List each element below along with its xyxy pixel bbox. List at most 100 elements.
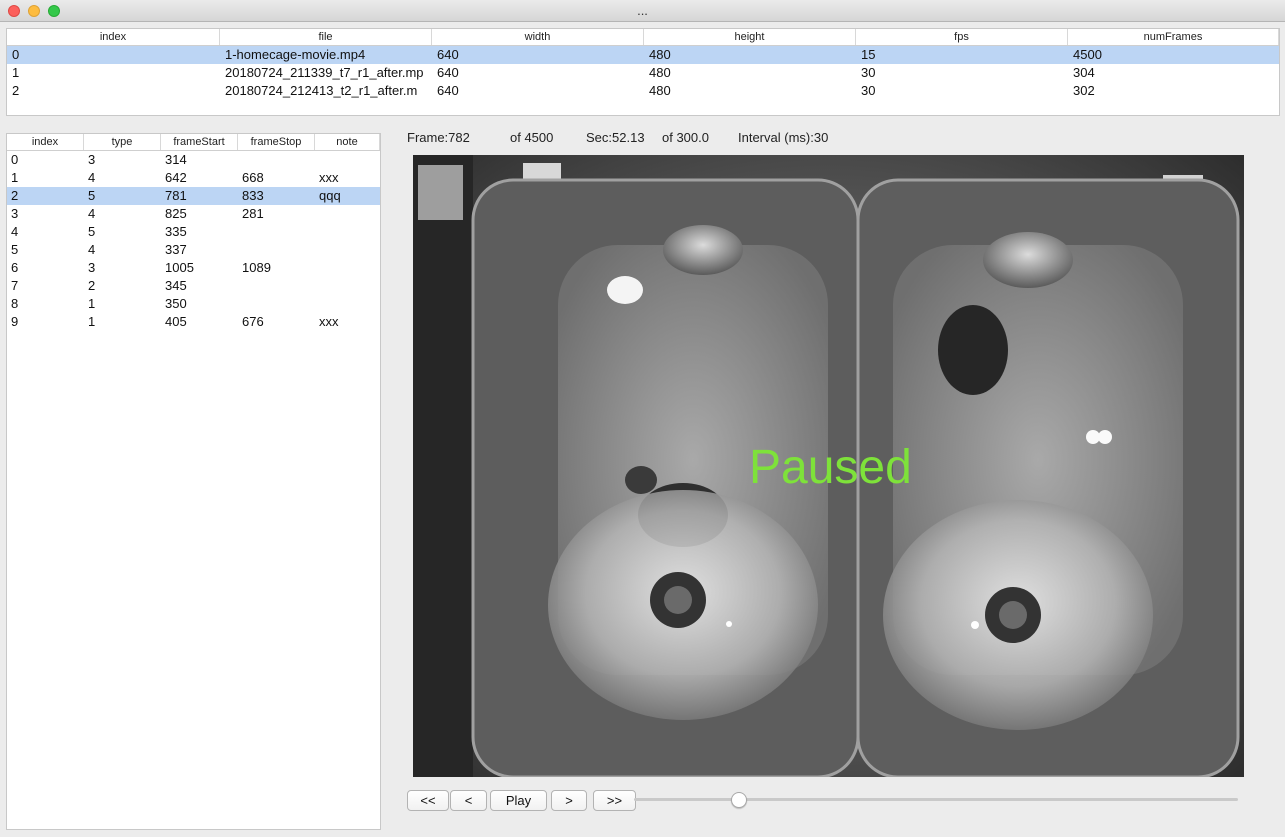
cell-height: 480	[649, 83, 671, 98]
cell-note	[315, 241, 380, 259]
cell-note	[315, 151, 380, 169]
files-table-header: index file width height fps numFrames	[7, 29, 1279, 46]
cell-framestart: 642	[165, 170, 187, 185]
cell-framestop: 833	[242, 188, 264, 203]
cell-framestop: 281	[242, 206, 264, 221]
cell-height: 480	[649, 65, 671, 80]
window-title: ...	[637, 3, 648, 18]
cell-index: 0	[11, 152, 19, 167]
cell-index: 1	[12, 65, 20, 80]
cell-width: 640	[437, 65, 459, 80]
cell-note	[315, 277, 380, 295]
previous-frame-button[interactable]: <	[450, 790, 487, 811]
cell-index: 8	[11, 296, 19, 311]
frame-readout: Frame:782	[407, 130, 470, 145]
cell-numframes: 4500	[1073, 47, 1102, 62]
table-row[interactable]: 1 20180724_211339_t7_r1_after.mp 640 480…	[7, 64, 1279, 82]
next-frame-button[interactable]: >	[551, 790, 587, 811]
column-header-index[interactable]: index	[7, 29, 220, 45]
cell-framestart: 825	[165, 206, 187, 221]
play-button[interactable]: Play	[490, 790, 547, 811]
events-table-body: 0 3 314 1 4 642 668 xxx 2 5 781 833 qqq 3 4 825 281 4 5 335…	[7, 151, 380, 331]
total-frames-readout: of 4500	[510, 130, 554, 145]
column-header-note[interactable]: note	[315, 134, 380, 150]
cell-framestart: 337	[165, 242, 187, 257]
cell-index: 4	[11, 224, 19, 239]
cell-fps: 30	[861, 83, 876, 98]
frame-slider-track[interactable]	[634, 798, 1238, 801]
cell-type: 3	[88, 260, 96, 275]
cell-type: 1	[88, 296, 96, 311]
cell-type: 5	[88, 188, 96, 203]
cell-framestart: 781	[165, 188, 187, 203]
cell-framestart: 335	[165, 224, 187, 239]
events-table-header: index type frameStart frameStop note	[7, 134, 380, 151]
title-bar: ...	[0, 0, 1285, 22]
cell-framestart: 314	[165, 152, 187, 167]
table-row[interactable]: 8 1 350	[7, 295, 380, 313]
table-row[interactable]: 7 2 345	[7, 277, 380, 295]
paused-overlay: Paused	[749, 441, 912, 494]
cell-index: 6	[11, 260, 19, 275]
cell-note	[315, 223, 380, 241]
cell-note	[315, 205, 380, 223]
table-row[interactable]: 1 4 642 668 xxx	[7, 169, 380, 187]
video-view[interactable]: Paused	[413, 155, 1244, 777]
column-header-height[interactable]: height	[644, 29, 856, 45]
cell-framestop: 668	[242, 170, 264, 185]
frame-slider-thumb[interactable]	[730, 792, 747, 808]
cell-framestop	[238, 223, 315, 241]
table-row[interactable]: 6 3 1005 1089	[7, 259, 380, 277]
cell-type: 4	[88, 242, 96, 257]
table-row[interactable]: 2 20180724_212413_t2_r1_after.m 640 480 …	[7, 82, 1279, 100]
table-row[interactable]: 9 1 405 676 xxx	[7, 313, 380, 331]
cell-framestart: 405	[165, 314, 187, 329]
cell-note: qqq	[319, 188, 341, 203]
cell-file: 1-homecage-movie.mp4	[225, 47, 366, 62]
cell-note: xxx	[319, 170, 339, 185]
column-header-fps[interactable]: fps	[856, 29, 1068, 45]
column-header-framestop[interactable]: frameStop	[238, 134, 315, 150]
interval-readout: Interval (ms):30	[738, 130, 829, 145]
files-table[interactable]: index file width height fps numFrames 0 …	[6, 28, 1280, 116]
cell-type: 3	[88, 152, 96, 167]
events-table[interactable]: index type frameStart frameStop note 033…	[6, 133, 381, 830]
cell-index: 9	[11, 314, 19, 329]
seconds-readout: Sec:52.13	[586, 130, 645, 145]
table-row[interactable]: 3 4 825 281	[7, 205, 380, 223]
table-row[interactable]: 0 3 314	[7, 151, 380, 169]
cell-framestop	[238, 151, 315, 169]
column-header-index[interactable]: index	[7, 134, 84, 150]
first-frame-button[interactable]: <<	[407, 790, 449, 811]
cell-note	[315, 259, 380, 277]
cell-index: 0	[12, 47, 20, 62]
cell-framestop	[238, 295, 315, 313]
column-header-width[interactable]: width	[432, 29, 644, 45]
cell-file: 20180724_212413_t2_r1_after.m	[225, 83, 418, 98]
cell-framestop	[238, 241, 315, 259]
cell-type: 2	[88, 278, 96, 293]
cell-framestart: 345	[165, 278, 187, 293]
cell-framestop	[238, 277, 315, 295]
cell-type: 1	[88, 314, 96, 329]
cell-type: 4	[88, 170, 96, 185]
column-header-file[interactable]: file	[220, 29, 432, 45]
table-row[interactable]: 2 5 781 833 qqq	[7, 187, 380, 205]
cell-framestart: 350	[165, 296, 187, 311]
column-header-numframes[interactable]: numFrames	[1068, 29, 1279, 45]
cell-type: 4	[88, 206, 96, 221]
cell-index: 5	[11, 242, 19, 257]
table-row[interactable]: 0 1-homecage-movie.mp4 640 480 15 4500	[7, 46, 1279, 64]
table-row[interactable]: 5 4 337	[7, 241, 380, 259]
cell-height: 480	[649, 47, 671, 62]
column-header-framestart[interactable]: frameStart	[161, 134, 238, 150]
cell-note: xxx	[319, 314, 339, 329]
last-frame-button[interactable]: >>	[593, 790, 636, 811]
cell-index: 2	[12, 83, 20, 98]
cell-numframes: 302	[1073, 83, 1095, 98]
cell-width: 640	[437, 83, 459, 98]
table-row[interactable]: 4 5 335	[7, 223, 380, 241]
total-seconds-readout: of 300.0	[662, 130, 709, 145]
column-header-type[interactable]: type	[84, 134, 161, 150]
cell-framestart: 1005	[165, 260, 194, 275]
